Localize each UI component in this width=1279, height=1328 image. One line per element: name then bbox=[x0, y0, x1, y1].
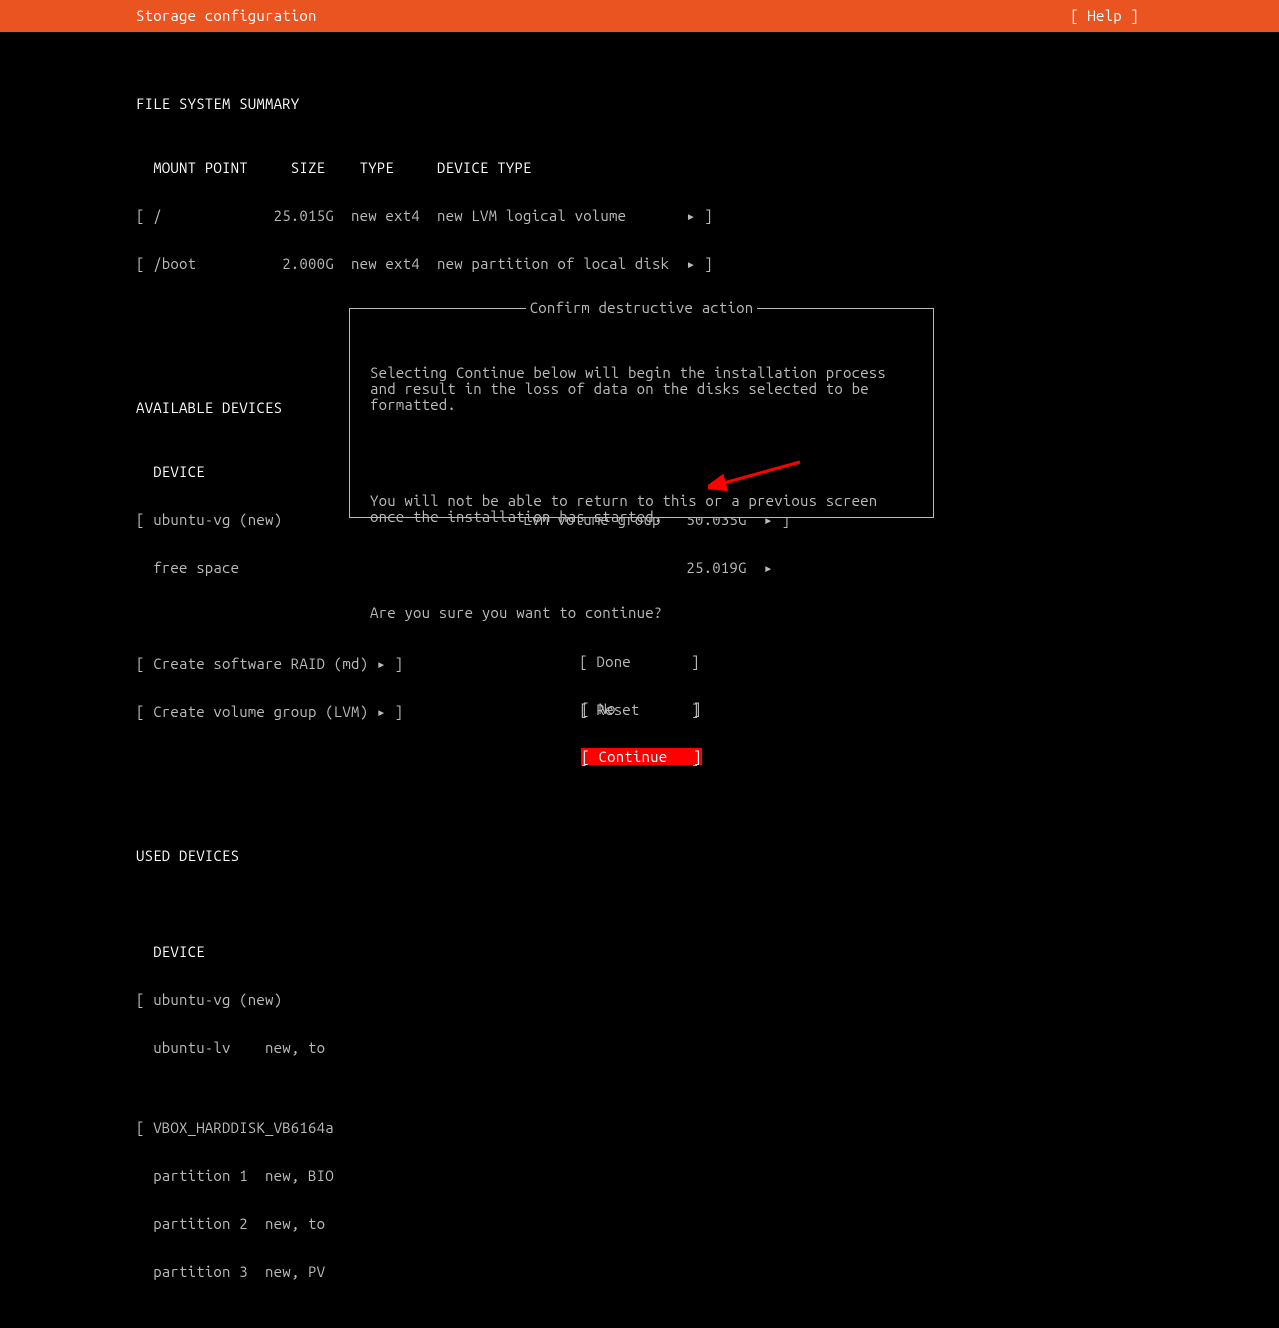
used-devices-title: USED DEVICES bbox=[136, 848, 1279, 864]
fs-summary-columns: MOUNT POINT SIZE TYPE DEVICE TYPE bbox=[136, 160, 1279, 176]
used-row[interactable]: [ VBOX_HARDDISK_VB6164a bbox=[136, 1120, 346, 1136]
dialog-buttons: [ No ] [ Continue ] bbox=[370, 669, 913, 797]
page-title: Storage configuration bbox=[136, 8, 317, 24]
dialog-text: Selecting Continue below will begin the … bbox=[370, 365, 913, 413]
help-button[interactable]: [ Help ] bbox=[1070, 8, 1139, 24]
dialog-text: Are you sure you want to continue? bbox=[370, 605, 913, 621]
used-columns: DEVICE bbox=[136, 944, 346, 960]
used-row[interactable]: [ ubuntu-vg (new) bbox=[136, 992, 346, 1008]
used-row[interactable]: partition 2 new, to bbox=[136, 1216, 346, 1232]
used-row[interactable]: partition 1 new, BIO bbox=[136, 1168, 346, 1184]
header-bar: Storage configuration [ Help ] bbox=[0, 0, 1279, 32]
used-row[interactable]: partition 3 new, PV bbox=[136, 1264, 346, 1280]
fs-summary-row[interactable]: [ / 25.015G new ext4 new LVM logical vol… bbox=[136, 208, 1279, 224]
dialog-body: Selecting Continue below will begin the … bbox=[370, 333, 913, 653]
used-devices-list: DEVICE [ ubuntu-vg (new) ubuntu-lv new, … bbox=[136, 912, 1279, 1312]
continue-button[interactable]: [ Continue ] bbox=[581, 748, 701, 765]
confirm-dialog: Confirm destructive action Selecting Con… bbox=[349, 308, 934, 518]
no-button[interactable]: [ No ] bbox=[370, 701, 913, 717]
fs-summary-row[interactable]: [ /boot 2.000G new ext4 new partition of… bbox=[136, 256, 1279, 272]
done-button[interactable]: [ Done ] bbox=[0, 654, 1279, 670]
used-row[interactable]: ubuntu-lv new, to bbox=[136, 1040, 346, 1056]
dialog-title: Confirm destructive action bbox=[350, 300, 933, 316]
dialog-text: You will not be able to return to this o… bbox=[370, 493, 913, 525]
fs-summary-title: FILE SYSTEM SUMMARY bbox=[136, 96, 1279, 112]
